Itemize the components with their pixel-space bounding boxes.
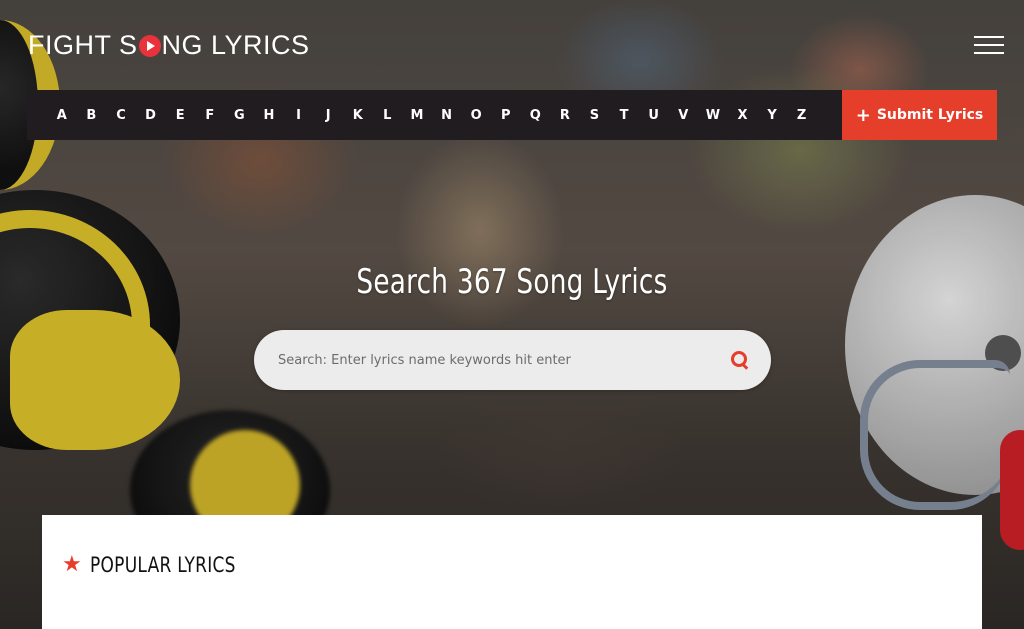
letter-link-q[interactable]: Q: [521, 108, 551, 123]
letter-link-c[interactable]: C: [106, 108, 136, 123]
page-title: Search 367 Song Lyrics: [356, 262, 668, 302]
logo-text-start: FIGHT S: [28, 29, 138, 60]
letter-link-y[interactable]: Y: [757, 108, 787, 123]
popular-lyrics-title: POPULAR LYRICS: [89, 553, 236, 577]
star-icon: ★: [62, 552, 82, 577]
letter-link-r[interactable]: R: [550, 108, 580, 123]
letter-link-z[interactable]: Z: [787, 108, 817, 123]
letter-link-o[interactable]: O: [461, 108, 491, 123]
letter-link-n[interactable]: N: [432, 108, 462, 123]
submit-lyrics-label: Submit Lyrics: [876, 107, 984, 123]
letter-link-a[interactable]: A: [47, 108, 77, 123]
search-icon[interactable]: [729, 349, 751, 371]
search-input[interactable]: [278, 352, 729, 368]
letter-link-u[interactable]: U: [639, 108, 669, 123]
letter-link-b[interactable]: B: [77, 108, 107, 123]
letter-link-h[interactable]: H: [254, 108, 284, 123]
play-icon: [138, 35, 161, 57]
letter-list: ABCDEFGHIJKLMNOPQRSTUVWXYZ: [27, 108, 816, 123]
letter-link-x[interactable]: X: [728, 108, 758, 123]
letter-link-j[interactable]: J: [313, 108, 343, 123]
search-bar: [254, 330, 771, 390]
letter-link-k[interactable]: K: [343, 108, 373, 123]
letter-link-s[interactable]: S: [580, 108, 610, 123]
popular-lyrics-panel: ★ POPULAR LYRICS: [42, 515, 982, 629]
letter-link-l[interactable]: L: [373, 108, 403, 123]
letter-link-w[interactable]: W: [698, 108, 728, 123]
plus-icon: +: [855, 104, 871, 126]
letter-link-i[interactable]: I: [284, 108, 314, 123]
letter-link-e[interactable]: E: [165, 108, 195, 123]
site-logo[interactable]: FIGHT S NG LYRICS: [28, 29, 310, 61]
letter-link-t[interactable]: T: [609, 108, 639, 123]
letter-link-f[interactable]: F: [195, 108, 225, 123]
letter-link-d[interactable]: D: [136, 108, 166, 123]
logo-text-end: NG LYRICS: [161, 29, 310, 60]
letter-link-m[interactable]: M: [402, 108, 432, 123]
hamburger-icon[interactable]: [974, 36, 1004, 54]
alphabet-nav: ABCDEFGHIJKLMNOPQRSTUVWXYZ + Submit Lyri…: [27, 90, 997, 140]
submit-lyrics-button[interactable]: + Submit Lyrics: [842, 90, 997, 140]
letter-link-p[interactable]: P: [491, 108, 521, 123]
letter-link-v[interactable]: V: [668, 108, 698, 123]
letter-link-g[interactable]: G: [225, 108, 255, 123]
popular-lyrics-heading: ★ POPULAR LYRICS: [62, 553, 252, 577]
